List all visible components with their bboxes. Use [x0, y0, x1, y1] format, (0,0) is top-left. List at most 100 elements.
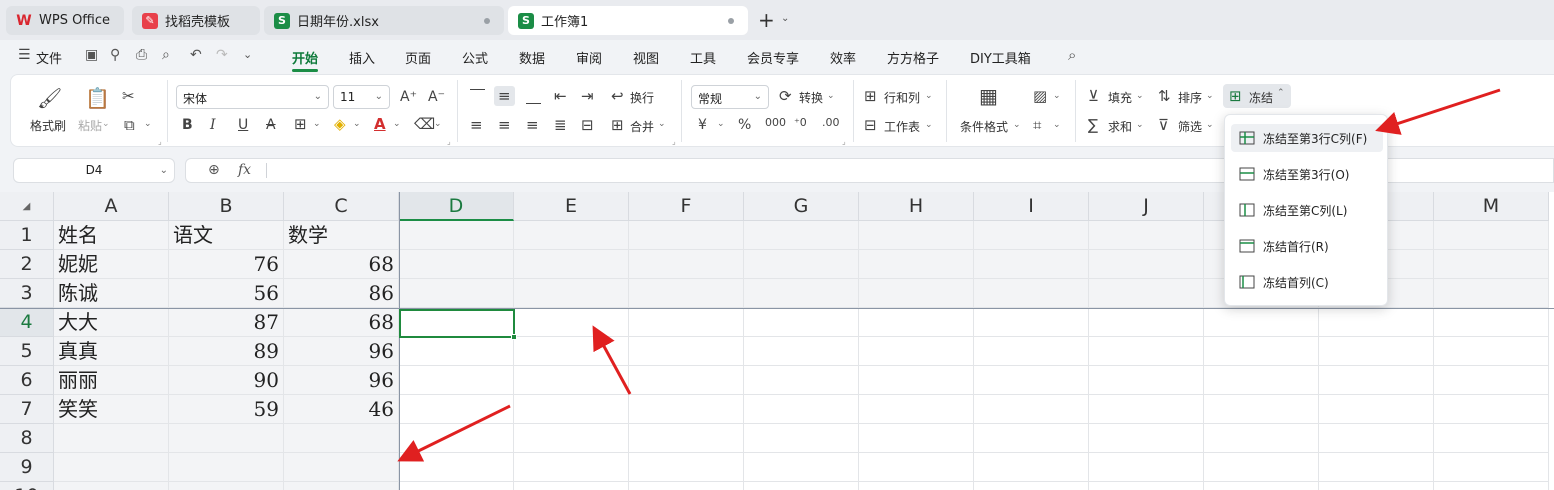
- cell-I1[interactable]: [974, 221, 1089, 250]
- cell-C3[interactable]: 86: [284, 279, 399, 308]
- cell-F4[interactable]: [629, 308, 744, 337]
- cell-F7[interactable]: [629, 395, 744, 424]
- cell-F1[interactable]: [629, 221, 744, 250]
- rows-cols-icon[interactable]: ⊞: [864, 88, 877, 104]
- zoom-icon[interactable]: ⊕: [208, 162, 220, 178]
- cell-C1[interactable]: 数学: [284, 221, 399, 250]
- cell-C4[interactable]: 68: [284, 308, 399, 337]
- align-left-icon[interactable]: ≡: [470, 117, 483, 133]
- percent-icon[interactable]: %: [738, 117, 751, 133]
- fill-icon[interactable]: ⊻: [1088, 88, 1099, 104]
- cell-M4[interactable]: [1434, 308, 1549, 337]
- cell-E10[interactable]: [514, 482, 629, 490]
- cell-A8[interactable]: [54, 424, 169, 453]
- tab-wps-office[interactable]: W WPS Office: [6, 6, 124, 35]
- clear-format-icon[interactable]: ⌫: [414, 116, 435, 132]
- cell-E4[interactable]: [514, 308, 629, 337]
- cell-M5[interactable]: [1434, 337, 1549, 366]
- distributed-align-icon[interactable]: ⊟: [581, 117, 594, 133]
- column-header[interactable]: B: [169, 192, 284, 221]
- cell-E2[interactable]: [514, 250, 629, 279]
- cell-C5[interactable]: 96: [284, 337, 399, 366]
- cell-K10[interactable]: [1204, 482, 1319, 490]
- cell-F2[interactable]: [629, 250, 744, 279]
- cell-J2[interactable]: [1089, 250, 1204, 279]
- chevron-down-icon[interactable]: ⌄: [313, 119, 321, 129]
- column-header[interactable]: M: [1434, 192, 1549, 221]
- cell-J5[interactable]: [1089, 337, 1204, 366]
- cell-M3[interactable]: [1434, 279, 1549, 308]
- undo-icon[interactable]: ↶: [190, 47, 202, 63]
- decrease-indent-icon[interactable]: ⇤: [554, 88, 567, 104]
- paste-button[interactable]: 粘贴: [78, 117, 102, 134]
- justify-icon[interactable]: ≣: [554, 117, 567, 133]
- cut-icon[interactable]: ✂: [122, 88, 135, 104]
- font-size-select[interactable]: 11 ⌄: [333, 85, 390, 109]
- cell-C8[interactable]: [284, 424, 399, 453]
- cell-D6[interactable]: [399, 366, 514, 395]
- cell-D1[interactable]: [399, 221, 514, 250]
- cell-K6[interactable]: [1204, 366, 1319, 395]
- menu-fangfang[interactable]: 方方格子: [887, 48, 939, 67]
- cell-J1[interactable]: [1089, 221, 1204, 250]
- cell-F10[interactable]: [629, 482, 744, 490]
- tab-workbook1[interactable]: S 工作簿1: [508, 6, 748, 35]
- column-header[interactable]: F: [629, 192, 744, 221]
- font-name-select[interactable]: 宋体 ⌄: [176, 85, 329, 109]
- cell-D2[interactable]: [399, 250, 514, 279]
- column-header[interactable]: H: [859, 192, 974, 221]
- cell-H8[interactable]: [859, 424, 974, 453]
- cell-G2[interactable]: [744, 250, 859, 279]
- fill-button[interactable]: 填充: [1108, 89, 1132, 106]
- cell-G4[interactable]: [744, 308, 859, 337]
- cell-H4[interactable]: [859, 308, 974, 337]
- cell-I7[interactable]: [974, 395, 1089, 424]
- menu-efficiency[interactable]: 效率: [830, 48, 856, 67]
- chevron-down-icon[interactable]: ⌄: [925, 120, 933, 130]
- cell-B6[interactable]: 90: [169, 366, 284, 395]
- cell-G6[interactable]: [744, 366, 859, 395]
- decrease-decimal-icon[interactable]: .00: [822, 115, 840, 131]
- cell-E8[interactable]: [514, 424, 629, 453]
- menu-insert[interactable]: 插入: [349, 48, 375, 67]
- row-header[interactable]: 4: [0, 308, 54, 337]
- chevron-down-icon[interactable]: ⌄: [717, 119, 725, 129]
- cell-I4[interactable]: [974, 308, 1089, 337]
- chevron-down-icon[interactable]: ⌄: [353, 119, 361, 129]
- cell-E7[interactable]: [514, 395, 629, 424]
- increase-indent-icon[interactable]: ⇥: [581, 88, 594, 104]
- chevron-down-icon[interactable]: ⌄: [658, 119, 666, 129]
- cell-J9[interactable]: [1089, 453, 1204, 482]
- cell-I2[interactable]: [974, 250, 1089, 279]
- cell-G5[interactable]: [744, 337, 859, 366]
- chevron-down-icon[interactable]: ⌄: [1136, 91, 1144, 101]
- border-icon[interactable]: ⊞: [294, 116, 307, 132]
- save-icon[interactable]: ▣: [85, 47, 98, 63]
- cell-J4[interactable]: [1089, 308, 1204, 337]
- cell-A5[interactable]: 真真: [54, 337, 169, 366]
- cell-E3[interactable]: [514, 279, 629, 308]
- cell-B1[interactable]: 语文: [169, 221, 284, 250]
- freeze-first-col-item[interactable]: 冻结首列(C): [1231, 268, 1383, 296]
- cell-A3[interactable]: 陈诚: [54, 279, 169, 308]
- conditional-format-icon[interactable]: ▦: [979, 86, 998, 106]
- cell-H6[interactable]: [859, 366, 974, 395]
- cell-E6[interactable]: [514, 366, 629, 395]
- cell-L8[interactable]: [1319, 424, 1434, 453]
- conditional-format-button[interactable]: 条件格式: [960, 118, 1008, 135]
- cell-format-icon[interactable]: ⌗: [1033, 117, 1041, 133]
- menu-member[interactable]: 会员专享: [747, 48, 799, 67]
- column-header[interactable]: J: [1089, 192, 1204, 221]
- column-header[interactable]: D: [399, 192, 514, 221]
- chevron-down-icon[interactable]: ⌄: [102, 119, 110, 129]
- dialog-launcher-icon[interactable]: ⌟: [447, 137, 451, 146]
- cell-L7[interactable]: [1319, 395, 1434, 424]
- row-header[interactable]: 5: [0, 337, 54, 366]
- cell-A4[interactable]: 大大: [54, 308, 169, 337]
- cell-J6[interactable]: [1089, 366, 1204, 395]
- hamburger-icon[interactable]: ☰: [18, 47, 31, 63]
- chevron-down-icon[interactable]: ⌄: [393, 119, 401, 129]
- cell-A2[interactable]: 妮妮: [54, 250, 169, 279]
- menu-page[interactable]: 页面: [405, 48, 431, 67]
- worksheet-icon[interactable]: ⊟: [864, 117, 877, 133]
